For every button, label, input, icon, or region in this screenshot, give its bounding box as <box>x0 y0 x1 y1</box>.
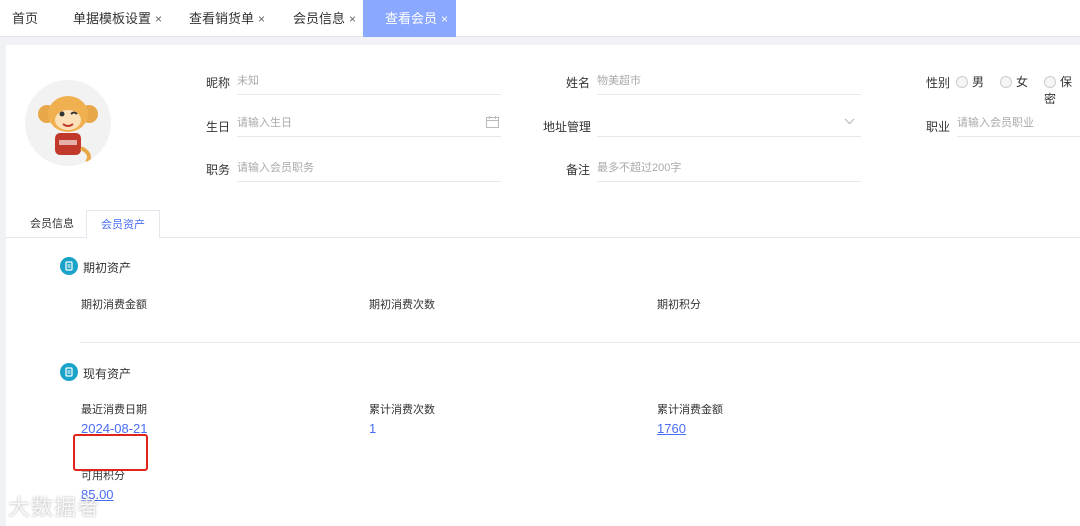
remark-placeholder: 最多不超过200字 <box>597 162 682 174</box>
address-label: 地址管理 <box>543 120 592 134</box>
nickname-label: 昵称 <box>206 76 231 90</box>
remark-label: 备注 <box>566 163 591 177</box>
position-label: 职务 <box>206 163 231 177</box>
name-label: 姓名 <box>566 76 591 90</box>
tab-label: 会员信息 <box>293 11 346 26</box>
subtab-label: 会员信息 <box>30 218 74 230</box>
occupation-field[interactable]: 请输入会员职业 <box>957 109 1080 137</box>
subtab-member-info[interactable]: 会员信息 <box>16 210 88 238</box>
initial-points-label: 期初积分 <box>657 299 701 311</box>
name-value: 物美超市 <box>597 75 641 87</box>
occupation-label: 职业 <box>926 120 951 134</box>
birthday-label: 生日 <box>206 120 231 134</box>
total-purchase-amount-link[interactable]: 1760 <box>657 421 686 436</box>
subtab-label: 会员资产 <box>101 219 145 231</box>
total-purchase-count-label: 累计消费次数 <box>369 404 435 416</box>
gender-label: 性别 <box>926 76 951 90</box>
tab-label: 首页 <box>12 11 39 26</box>
tab-template-settings[interactable]: 单据模板设置 × <box>73 0 162 37</box>
gender-radio-female[interactable]: 女 <box>1000 73 1028 90</box>
close-icon[interactable]: × <box>258 12 265 26</box>
tab-view-sales-order[interactable]: 查看销货单 × <box>189 0 265 37</box>
close-icon[interactable]: × <box>155 12 162 26</box>
monkey-avatar-icon <box>25 80 111 166</box>
total-purchase-amount-label: 累计消费金额 <box>657 404 723 416</box>
tab-home[interactable]: 首页 <box>12 0 38 37</box>
tab-label: 查看会员 <box>385 11 438 26</box>
member-detail-panel: 昵称 未知 姓名 物美超市 性别 男 女 保密 生日 请输入生日 地址管理 职业… <box>6 45 1080 526</box>
close-icon[interactable]: × <box>441 12 448 26</box>
watermark-text: 大数据者 <box>8 495 101 520</box>
position-placeholder: 请输入会员职务 <box>237 162 314 174</box>
birthday-placeholder: 请输入生日 <box>237 117 292 129</box>
section-divider <box>80 342 1080 343</box>
nickname-field[interactable]: 未知 <box>237 67 501 95</box>
tab-member-info[interactable]: 会员信息 × <box>293 0 356 37</box>
name-field[interactable]: 物美超市 <box>597 67 861 95</box>
tab-view-member[interactable]: 查看会员 × <box>363 0 456 37</box>
highlight-box <box>73 434 148 471</box>
member-subtabs: 会员信息 会员资产 <box>6 210 1080 239</box>
initial-assets-title: 期初资产 <box>83 261 132 275</box>
assets-icon <box>60 363 78 381</box>
tab-label: 查看销货单 <box>189 11 255 26</box>
address-select[interactable] <box>597 109 861 137</box>
total-purchase-count-value: 1 <box>369 421 377 436</box>
current-assets-title: 现有资产 <box>83 367 132 381</box>
remark-field[interactable]: 最多不超过200字 <box>597 154 861 182</box>
birthday-field[interactable]: 请输入生日 <box>237 109 501 137</box>
assets-icon <box>60 257 78 275</box>
last-purchase-date-label: 最近消费日期 <box>81 404 147 416</box>
gender-radio-male[interactable]: 男 <box>956 73 984 90</box>
tab-label: 单据模板设置 <box>73 11 152 26</box>
subtab-member-assets[interactable]: 会员资产 <box>86 210 160 239</box>
gender-option-label: 女 <box>1016 75 1029 89</box>
calendar-icon[interactable] <box>486 109 499 137</box>
top-tab-bar: 首页 单据模板设置 × 查看销货单 × 会员信息 × 查看会员 × <box>0 0 1080 37</box>
avatar <box>25 80 111 166</box>
initial-spend-count-label: 期初消费次数 <box>369 299 435 311</box>
gender-option-label: 男 <box>972 75 985 89</box>
gender-radio-secret[interactable]: 保密 <box>1044 73 1080 107</box>
close-icon[interactable]: × <box>349 12 356 26</box>
occupation-placeholder: 请输入会员职业 <box>957 117 1034 129</box>
watermark: 大数据者 <box>8 490 100 522</box>
chevron-down-icon <box>844 109 855 137</box>
initial-spend-amount-label: 期初消费金额 <box>81 299 147 311</box>
nickname-value: 未知 <box>237 75 259 87</box>
position-field[interactable]: 请输入会员职务 <box>237 154 501 182</box>
